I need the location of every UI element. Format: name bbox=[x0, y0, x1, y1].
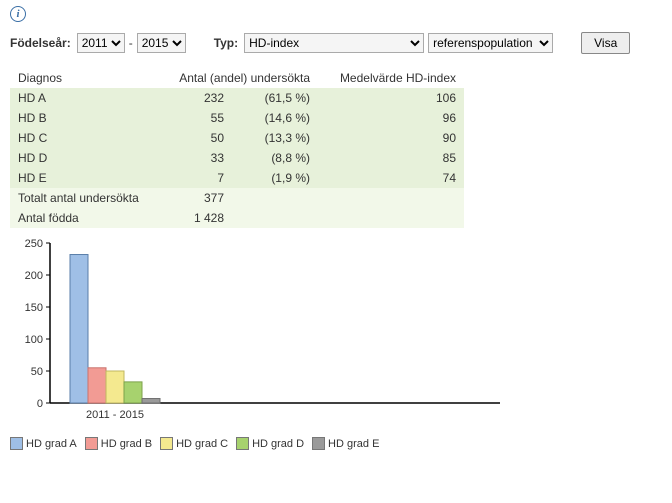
cell-mean: 96 bbox=[318, 108, 464, 128]
svg-text:150: 150 bbox=[25, 302, 43, 314]
legend-item: HD grad C bbox=[160, 437, 228, 450]
col-diagnosis: Diagnos bbox=[10, 68, 156, 88]
table-row: Antal födda1 428 bbox=[10, 208, 464, 228]
legend-label: HD grad D bbox=[252, 438, 304, 450]
legend-item: HD grad E bbox=[312, 437, 379, 450]
year-from-select[interactable]: 2011 bbox=[77, 33, 125, 53]
bar bbox=[88, 368, 106, 403]
cell-label: HD C bbox=[10, 128, 156, 148]
legend-label: HD grad C bbox=[176, 438, 228, 450]
svg-text:200: 200 bbox=[25, 270, 43, 282]
legend-swatch bbox=[236, 437, 249, 450]
cell-pct: (14,6 %) bbox=[232, 108, 318, 128]
svg-text:100: 100 bbox=[25, 334, 43, 346]
legend-label: HD grad B bbox=[101, 438, 152, 450]
cell-label: HD B bbox=[10, 108, 156, 128]
chart-legend: HD grad A HD grad B HD grad C HD grad D HD g… bbox=[10, 437, 662, 450]
bar bbox=[70, 255, 88, 403]
cell-count: 50 bbox=[156, 128, 232, 148]
legend-swatch bbox=[160, 437, 173, 450]
results-table: Diagnos Antal (andel) undersökta Medelvä… bbox=[10, 68, 464, 228]
svg-text:0: 0 bbox=[37, 398, 43, 410]
table-row: HD B55(14,6 %)96 bbox=[10, 108, 464, 128]
cell-pct: (13,3 %) bbox=[232, 128, 318, 148]
cell-count: 55 bbox=[156, 108, 232, 128]
cell-mean: 85 bbox=[318, 148, 464, 168]
legend-item: HD grad B bbox=[85, 437, 152, 450]
table-row: HD C50(13,3 %)90 bbox=[10, 128, 464, 148]
legend-item: HD grad A bbox=[10, 437, 77, 450]
legend-item: HD grad D bbox=[236, 437, 304, 450]
type-select[interactable]: HD-index bbox=[244, 33, 424, 53]
cell-value: 1 428 bbox=[156, 208, 232, 228]
table-row: HD E7(1,9 %)74 bbox=[10, 168, 464, 188]
birthyear-label: Födelseår: bbox=[10, 36, 71, 50]
type-label: Typ: bbox=[214, 36, 238, 50]
legend-swatch bbox=[85, 437, 98, 450]
legend-swatch bbox=[312, 437, 325, 450]
year-separator: - bbox=[129, 36, 133, 50]
table-row: HD D33(8,8 %)85 bbox=[10, 148, 464, 168]
cell-label: Antal födda bbox=[10, 208, 156, 228]
cell-pct: (1,9 %) bbox=[232, 168, 318, 188]
cell-mean: 74 bbox=[318, 168, 464, 188]
col-count: Antal (andel) undersökta bbox=[156, 68, 318, 88]
cell-mean: 90 bbox=[318, 128, 464, 148]
bar bbox=[142, 399, 160, 403]
bar bbox=[124, 382, 142, 403]
legend-swatch bbox=[10, 437, 23, 450]
info-icon[interactable]: i bbox=[10, 6, 26, 22]
cell-label: Totalt antal undersökta bbox=[10, 188, 156, 208]
cell-mean: 106 bbox=[318, 88, 464, 108]
chart: 0501001502002502011 - 2015 HD grad AHD g… bbox=[10, 238, 662, 450]
col-mean: Medelvärde HD-index bbox=[318, 68, 464, 88]
cell-label: HD D bbox=[10, 148, 156, 168]
svg-text:2011 - 2015: 2011 - 2015 bbox=[86, 409, 144, 421]
show-button[interactable]: Visa bbox=[581, 32, 630, 54]
bar bbox=[106, 371, 124, 403]
controls-bar: Födelseår: 2011 - 2015 Typ: HD-index ref… bbox=[10, 32, 662, 54]
cell-count: 232 bbox=[156, 88, 232, 108]
legend-label: HD grad A bbox=[26, 438, 77, 450]
legend-label: HD grad E bbox=[328, 438, 379, 450]
cell-pct: (61,5 %) bbox=[232, 88, 318, 108]
cell-pct: (8,8 %) bbox=[232, 148, 318, 168]
cell-count: 33 bbox=[156, 148, 232, 168]
cell-label: HD A bbox=[10, 88, 156, 108]
cell-value: 377 bbox=[156, 188, 232, 208]
population-select[interactable]: referenspopulation bbox=[428, 33, 553, 53]
table-row: HD A232(61,5 %)106 bbox=[10, 88, 464, 108]
table-row: Totalt antal undersökta377 bbox=[10, 188, 464, 208]
svg-text:50: 50 bbox=[31, 366, 43, 378]
year-to-select[interactable]: 2015 bbox=[137, 33, 186, 53]
cell-label: HD E bbox=[10, 168, 156, 188]
cell-count: 7 bbox=[156, 168, 232, 188]
svg-text:250: 250 bbox=[25, 238, 43, 250]
